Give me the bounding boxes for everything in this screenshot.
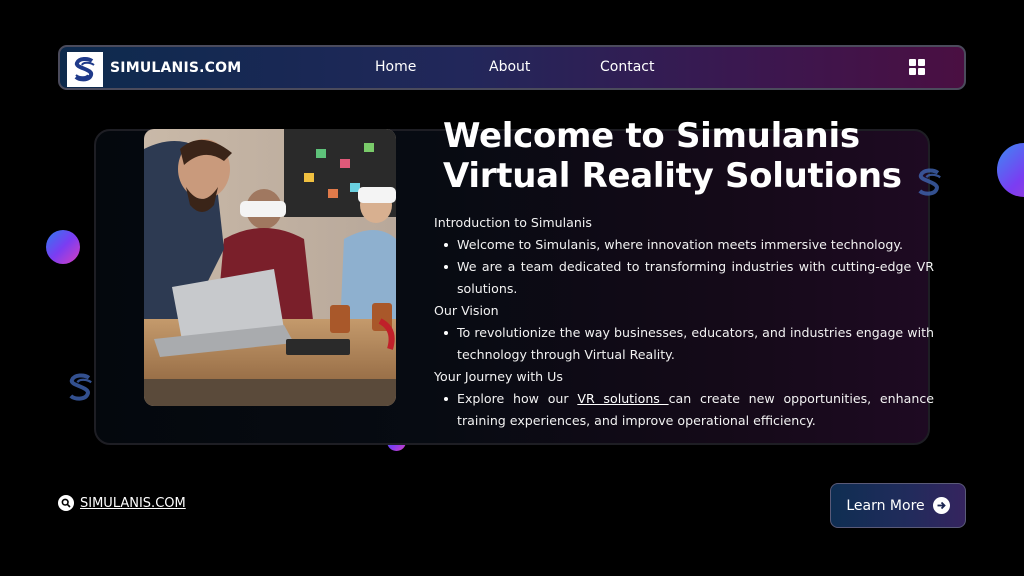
list-item: We are a team dedicated to transforming … bbox=[434, 256, 934, 300]
section-heading-journey: Your Journey with Us bbox=[434, 369, 563, 384]
top-navbar: SIMULANIS.COM Home About Contact bbox=[58, 45, 966, 90]
vr-solutions-link[interactable]: VR solutions bbox=[577, 391, 668, 406]
brand-logo-icon[interactable] bbox=[67, 52, 103, 87]
introduction-list: Welcome to Simulanis, where innovation m… bbox=[434, 234, 934, 300]
decorative-gradient-dot bbox=[997, 143, 1024, 197]
nav-link-contact[interactable]: Contact bbox=[600, 59, 654, 75]
list-item: Welcome to Simulanis, where innovation m… bbox=[434, 234, 934, 256]
section-heading-vision: Our Vision bbox=[434, 303, 499, 318]
nav-link-home[interactable]: Home bbox=[375, 59, 416, 75]
list-item: To revolutionize the way businesses, edu… bbox=[434, 322, 934, 366]
journey-list: Explore how our VR solutions can create … bbox=[434, 388, 934, 432]
list-item-text: Explore how our bbox=[457, 391, 578, 406]
page-title: Welcome to Simulanis Virtual Reality Sol… bbox=[443, 116, 902, 196]
brand-name[interactable]: SIMULANIS.COM bbox=[110, 60, 241, 76]
nav-link-about[interactable]: About bbox=[489, 59, 530, 75]
footer-site-label[interactable]: SIMULANIS.COM bbox=[80, 496, 186, 511]
arrow-right-icon bbox=[932, 497, 950, 514]
list-item: Explore how our VR solutions can create … bbox=[434, 388, 934, 432]
grid-icon[interactable] bbox=[909, 59, 927, 77]
section-heading-introduction: Introduction to Simulanis bbox=[434, 215, 592, 230]
vr-team-photo bbox=[144, 129, 396, 406]
learn-more-button[interactable]: Learn More bbox=[830, 483, 966, 528]
vision-list: To revolutionize the way businesses, edu… bbox=[434, 322, 934, 366]
learn-more-label: Learn More bbox=[846, 497, 925, 514]
decorative-logo-icon bbox=[64, 371, 98, 409]
decorative-gradient-dot bbox=[46, 230, 80, 264]
search-icon bbox=[58, 495, 74, 511]
footer-site-link[interactable]: SIMULANIS.COM bbox=[58, 495, 186, 511]
intro-content: Introduction to Simulanis Welcome to Sim… bbox=[434, 212, 934, 432]
decorative-logo-icon bbox=[913, 166, 947, 204]
